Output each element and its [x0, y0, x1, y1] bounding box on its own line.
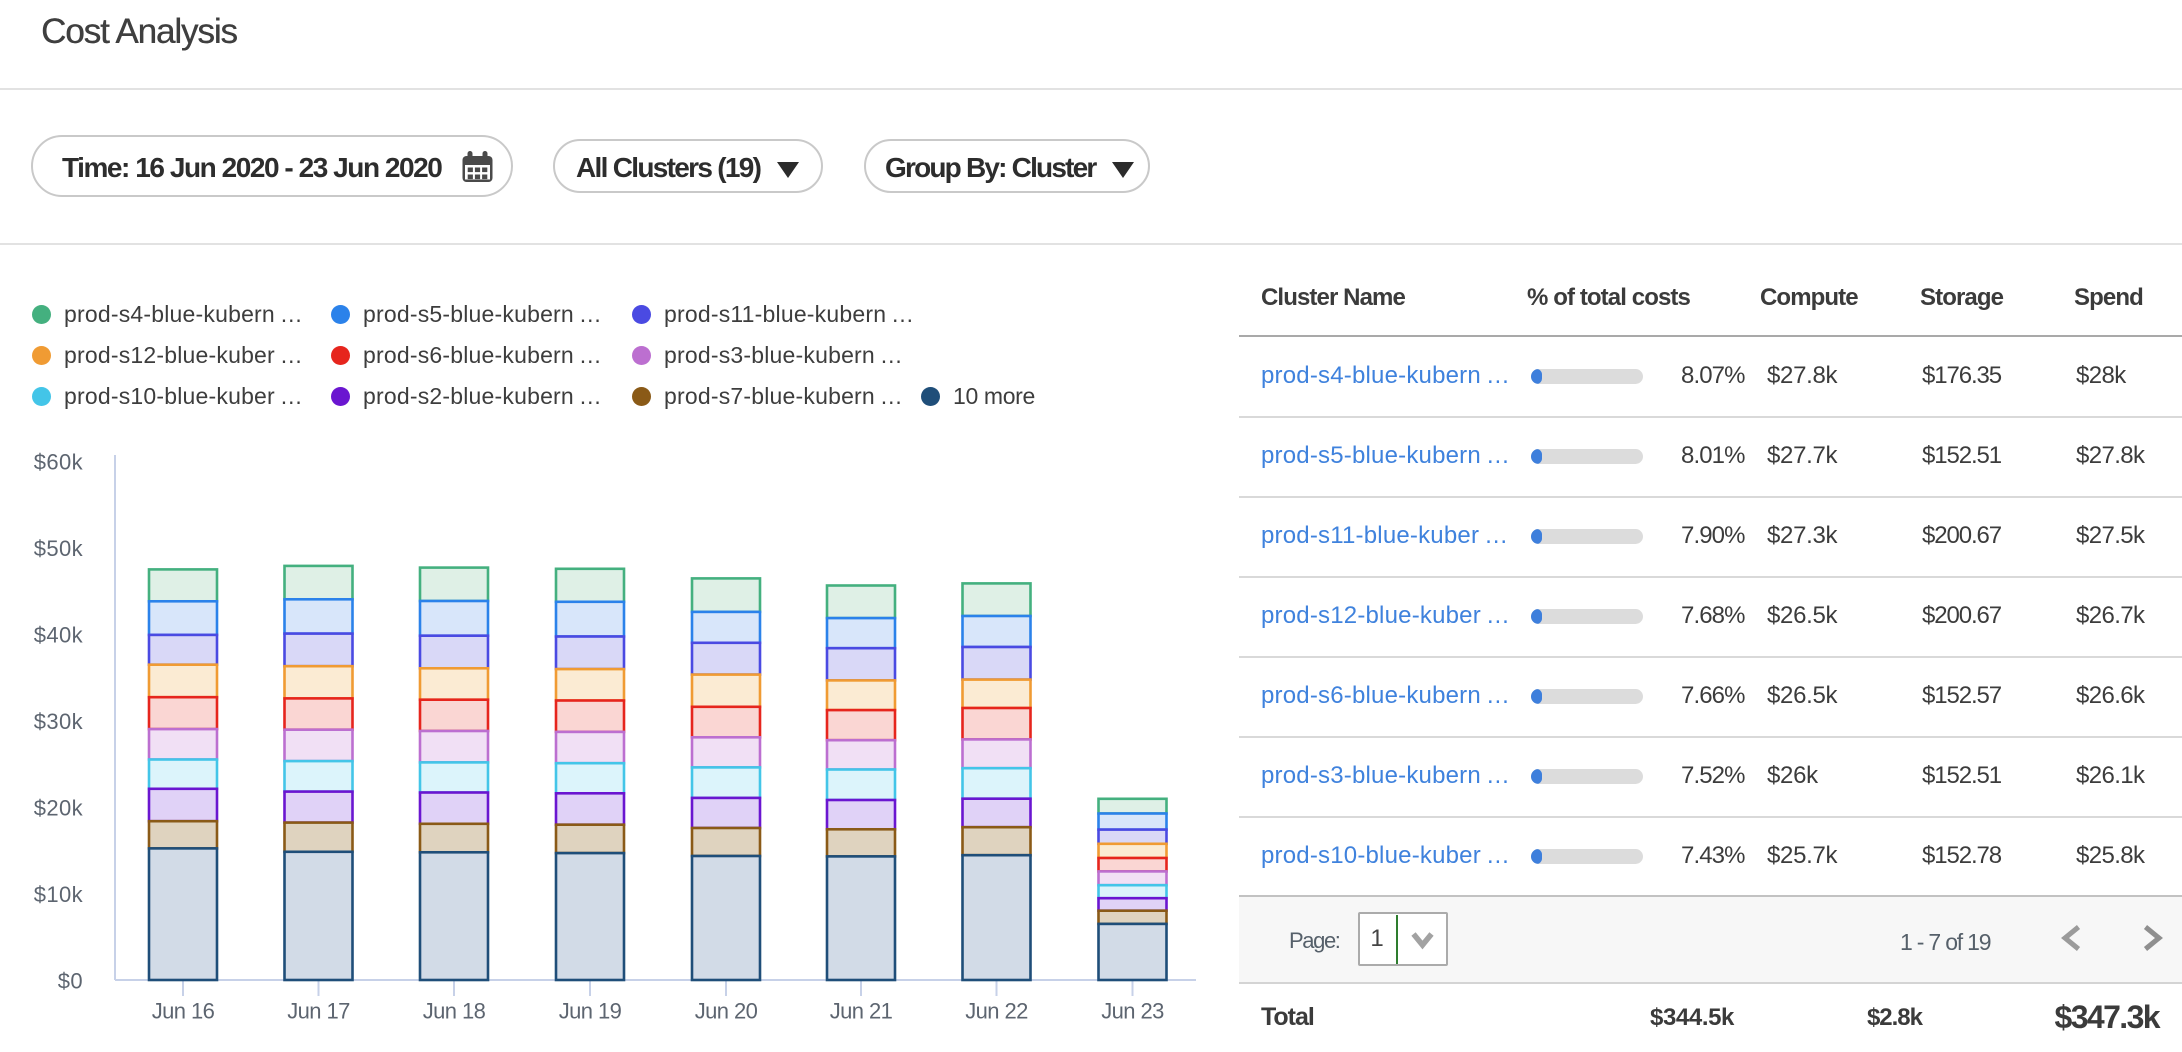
svg-text:$30k: $30k: [34, 709, 84, 734]
svg-text:$10k: $10k: [34, 882, 84, 907]
svg-text:$50k: $50k: [34, 536, 84, 561]
svg-text:Jun 20: Jun 20: [695, 999, 758, 1024]
svg-text:Jun 16: Jun 16: [152, 999, 215, 1024]
svg-text:$40k: $40k: [34, 623, 84, 648]
svg-text:Jun 17: Jun 17: [287, 999, 350, 1024]
svg-text:Jun 18: Jun 18: [423, 999, 486, 1024]
svg-text:Jun 22: Jun 22: [965, 999, 1028, 1024]
svg-text:Jun 19: Jun 19: [559, 999, 622, 1024]
svg-text:Jun 21: Jun 21: [830, 999, 893, 1024]
svg-text:$60k: $60k: [34, 450, 84, 475]
svg-text:Jun 23: Jun 23: [1101, 999, 1164, 1024]
svg-text:$0: $0: [58, 969, 83, 994]
svg-text:$20k: $20k: [34, 796, 84, 821]
